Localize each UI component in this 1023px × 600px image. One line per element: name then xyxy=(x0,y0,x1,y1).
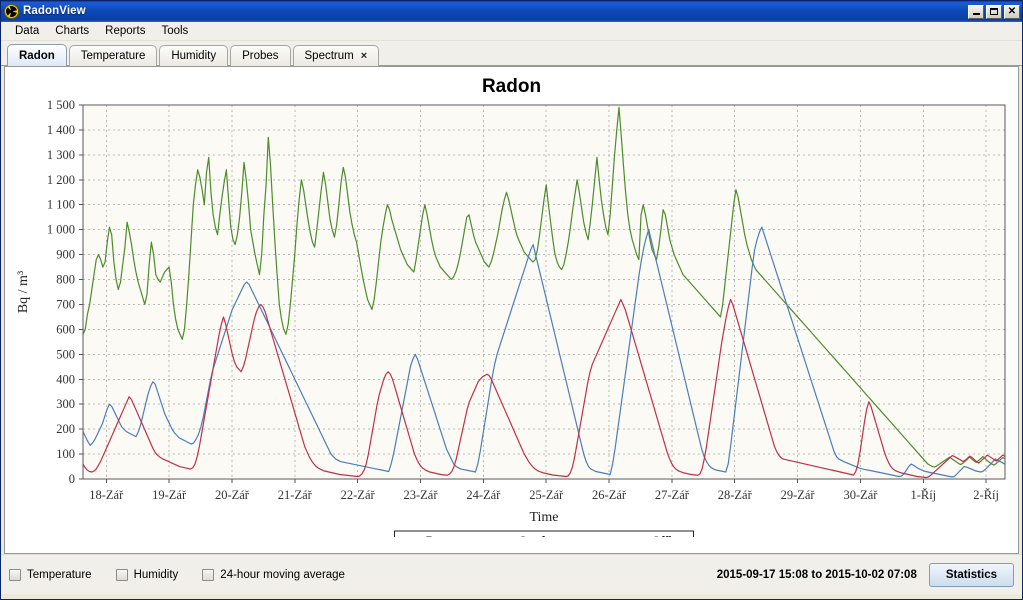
checkbox-box[interactable] xyxy=(202,568,215,581)
svg-text:26-Zář: 26-Zář xyxy=(592,488,627,502)
radon-line-chart: 0 100 200 300 400 500 600 700 800 900 1 000 1 100 1 … xyxy=(16,98,1006,537)
svg-text:Office: Office xyxy=(652,536,685,537)
checkbox-label: Humidity xyxy=(133,568,179,581)
svg-text:22-Zář: 22-Zář xyxy=(341,488,376,502)
svg-text:1-Říj: 1-Říj xyxy=(910,488,936,502)
svg-text:300: 300 xyxy=(56,397,75,411)
svg-text:25-Zář: 25-Zář xyxy=(529,488,564,502)
svg-text:1 500: 1 500 xyxy=(47,98,75,112)
chart-canvas[interactable]: 0 100 200 300 400 500 600 700 800 900 1 000 1 100 1 … xyxy=(5,67,1018,553)
close-icon[interactable]: × xyxy=(361,51,367,62)
svg-text:27-Zář: 27-Zář xyxy=(655,488,690,502)
svg-text:19-Zář: 19-Zář xyxy=(152,488,187,502)
svg-text:18-Zář: 18-Zář xyxy=(89,488,124,502)
svg-text:200: 200 xyxy=(56,422,75,436)
tab-temperature[interactable]: Temperature xyxy=(68,45,158,66)
tab-label: Radon xyxy=(19,49,55,62)
title-bar: RadonView ✕ xyxy=(1,1,1022,22)
menu-bar: Data Charts Reports Tools xyxy=(1,22,1022,41)
svg-text:700: 700 xyxy=(56,297,75,311)
menu-item-reports[interactable]: Reports xyxy=(97,23,153,40)
svg-text:Basement: Basement xyxy=(426,536,481,537)
maximize-button[interactable] xyxy=(986,4,1002,19)
svg-text:800: 800 xyxy=(56,273,75,287)
svg-text:1 100: 1 100 xyxy=(47,198,75,212)
tab-label: Temperature xyxy=(80,50,146,62)
status-strip xyxy=(1,594,1022,599)
svg-text:1 200: 1 200 xyxy=(47,173,75,187)
checkbox-temperature[interactable]: Temperature xyxy=(9,568,92,581)
tab-label: Spectrum xyxy=(304,50,354,62)
svg-text:20-Zář: 20-Zář xyxy=(215,488,250,502)
tab-humidity[interactable]: Humidity xyxy=(159,45,229,66)
svg-text:600: 600 xyxy=(56,322,75,336)
svg-text:1 000: 1 000 xyxy=(47,223,75,237)
checkbox-label: 24-hour moving average xyxy=(220,568,345,581)
window-title: RadonView xyxy=(23,4,86,17)
svg-text:2-Říj: 2-Říj xyxy=(973,488,999,502)
tab-label: Probes xyxy=(242,50,279,62)
tab-label: Humidity xyxy=(171,50,217,62)
menu-item-charts[interactable]: Charts xyxy=(47,23,97,40)
checkbox-moving-average[interactable]: 24-hour moving average xyxy=(202,568,345,581)
tab-bar: Radon Temperature Humidity Probes Spectr… xyxy=(1,41,1022,66)
tab-probes[interactable]: Probes xyxy=(230,45,291,66)
menu-item-data[interactable]: Data xyxy=(7,23,47,40)
svg-text:29-Zář: 29-Zář xyxy=(781,488,816,502)
svg-text:28-Zář: 28-Zář xyxy=(718,488,753,502)
svg-text:30-Zář: 30-Zář xyxy=(843,488,878,502)
date-range-label: 2015-09-17 15:08 to 2015-10-02 07:08 xyxy=(716,568,917,581)
menu-item-tools[interactable]: Tools xyxy=(153,23,196,40)
svg-text:500: 500 xyxy=(56,347,75,361)
svg-text:0: 0 xyxy=(69,472,75,486)
minimize-button[interactable] xyxy=(968,4,984,19)
window-controls: ✕ xyxy=(968,4,1020,19)
svg-text:900: 900 xyxy=(56,248,75,262)
checkbox-box[interactable] xyxy=(9,568,21,581)
svg-text:100: 100 xyxy=(56,447,75,461)
checkbox-box[interactable] xyxy=(115,568,128,581)
svg-text:Bq / m³: Bq / m³ xyxy=(16,271,31,313)
svg-text:Conference room: Conference room xyxy=(519,536,614,537)
svg-text:24-Zář: 24-Zář xyxy=(466,488,501,502)
checkbox-label: Temperature xyxy=(27,568,92,581)
checkbox-humidity[interactable]: Humidity xyxy=(115,568,179,581)
tab-spectrum[interactable]: Spectrum × xyxy=(292,45,380,66)
svg-text:23-Zář: 23-Zář xyxy=(403,488,438,502)
tab-radon[interactable]: Radon xyxy=(7,44,67,66)
radiation-icon xyxy=(4,4,19,19)
bottom-toolbar: Temperature Humidity 24-hour moving aver… xyxy=(1,554,1022,594)
svg-text:1 400: 1 400 xyxy=(47,123,75,137)
chart-panel[interactable]: Radon 0 100 200 300 400 500 600 700 800 900 1 000 1… xyxy=(4,66,1019,554)
svg-text:21-Zář: 21-Zář xyxy=(278,488,313,502)
application-window: RadonView ✕ Data Charts Reports Tools Ra… xyxy=(0,0,1023,600)
svg-text:Time: Time xyxy=(529,510,558,525)
statistics-button[interactable]: Statistics xyxy=(928,562,1014,587)
svg-text:400: 400 xyxy=(56,372,75,386)
svg-text:1 300: 1 300 xyxy=(47,148,75,162)
close-button[interactable]: ✕ xyxy=(1004,4,1020,19)
